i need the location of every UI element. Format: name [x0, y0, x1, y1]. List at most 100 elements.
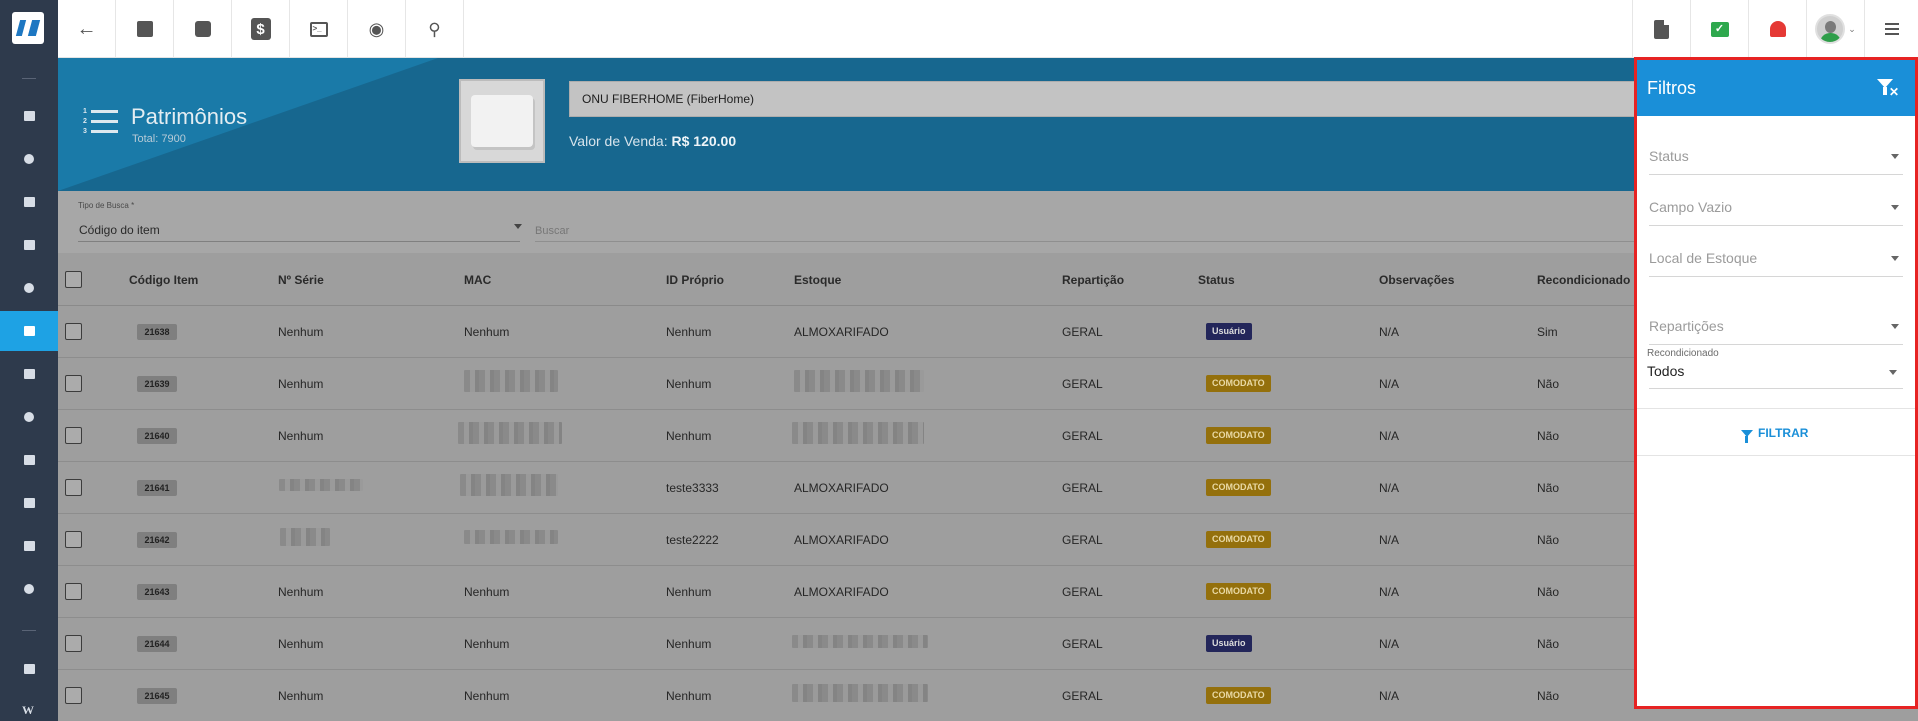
sidebar-item-reports[interactable] — [0, 139, 58, 179]
mac-cell: Nenhum — [464, 585, 510, 599]
row-checkbox[interactable] — [65, 635, 82, 652]
sidebar-item-settings[interactable] — [0, 569, 58, 609]
sidebar-item-servers[interactable] — [0, 483, 58, 523]
column-header[interactable]: Status — [1198, 273, 1235, 287]
sidebar-item-documents[interactable] — [0, 526, 58, 566]
pdf-button[interactable] — [1632, 0, 1690, 58]
item-code: 21645 — [137, 688, 177, 704]
apply-filter-button[interactable]: FILTRAR — [1741, 426, 1808, 443]
notes-cell: N/A — [1379, 585, 1400, 599]
notifications-button[interactable] — [1748, 0, 1806, 58]
own-id-cell: Nenhum — [666, 429, 712, 443]
top-toolbar: ← $ >_ ◉ ⚲ ✓ ⌄ — [58, 0, 1918, 58]
column-header[interactable]: Estoque — [794, 273, 841, 287]
terminal-button[interactable]: >_ — [290, 0, 348, 58]
column-header[interactable]: Recondicionado — [1537, 273, 1630, 287]
clear-filter-icon[interactable]: ✕ — [1877, 77, 1899, 99]
chevron-down-icon — [1891, 205, 1899, 210]
chevron-down-icon[interactable] — [514, 224, 522, 229]
contacts-button[interactable] — [116, 0, 174, 58]
sidebar-item-dashboard[interactable] — [0, 96, 58, 136]
row-checkbox[interactable] — [65, 687, 82, 704]
item-code: 21640 — [137, 428, 177, 444]
recondicionado-label: Recondicionado — [1647, 348, 1719, 359]
recondicionado-select[interactable]: Recondicionado Todos — [1647, 348, 1903, 392]
reconditioned-cell: Não — [1537, 377, 1560, 391]
sidebar-item-lists[interactable] — [0, 440, 58, 480]
notes-cell: N/A — [1379, 429, 1400, 443]
sale-price: Valor de Venda: R$ 120.00 — [569, 133, 736, 149]
search-input[interactable]: Buscar — [535, 225, 569, 237]
sidebar-item-kanban[interactable] — [0, 225, 58, 265]
own-id-cell: teste3333 — [666, 481, 719, 495]
status-badge: COMODATO — [1206, 375, 1271, 392]
notes-cell: N/A — [1379, 481, 1400, 495]
row-checkbox[interactable] — [65, 375, 82, 392]
select-all-checkbox[interactable] — [65, 271, 82, 288]
wiki-icon[interactable]: W — [22, 703, 34, 718]
column-header[interactable]: Código Item — [129, 273, 198, 287]
app-logo[interactable] — [12, 12, 44, 44]
schedule-button[interactable] — [174, 0, 232, 58]
menu-button[interactable] — [1864, 0, 1918, 58]
calendar-clock-icon — [194, 21, 211, 37]
item-code: 21638 — [137, 324, 177, 340]
sidebar-item-finance[interactable] — [0, 354, 58, 394]
row-checkbox[interactable] — [65, 583, 82, 600]
dollar-icon: $ — [250, 18, 271, 40]
status-placeholder: Status — [1649, 148, 1689, 164]
campo-vazio-select[interactable]: Campo Vazio — [1649, 199, 1903, 235]
filter-panel-title: Filtros — [1647, 78, 1696, 98]
box-icon — [23, 326, 35, 336]
row-checkbox[interactable] — [65, 427, 82, 444]
status-badge: Usuário — [1206, 635, 1252, 652]
redacted-stock — [792, 422, 924, 444]
search-type-select[interactable]: Código do item — [79, 223, 160, 237]
notes-cell: N/A — [1379, 689, 1400, 703]
chevron-down-icon: ⌄ — [1848, 23, 1856, 34]
contact-card-icon — [136, 21, 153, 37]
row-checkbox[interactable] — [65, 531, 82, 548]
item-code: 21643 — [137, 584, 177, 600]
search-icon: ⚲ — [428, 19, 441, 39]
row-checkbox[interactable] — [65, 323, 82, 340]
finance-button[interactable]: $ — [232, 0, 290, 58]
sidebar-item-map[interactable] — [0, 397, 58, 437]
sidebar-item-inventory[interactable] — [0, 311, 58, 351]
redacted-serial — [280, 528, 330, 546]
kanban-icon — [23, 240, 35, 250]
mac-cell: Nenhum — [464, 637, 510, 651]
menu-list-icon — [1884, 23, 1899, 35]
status-select[interactable]: Status — [1649, 148, 1903, 184]
column-header[interactable]: Repartição — [1062, 273, 1124, 287]
column-header[interactable]: MAC — [464, 273, 491, 287]
sidebar-item-schedule[interactable] — [0, 268, 58, 308]
department-cell: GERAL — [1062, 325, 1103, 339]
back-button[interactable]: ← — [58, 0, 116, 58]
status-badge: COMODATO — [1206, 583, 1271, 600]
terminal-icon: >_ — [309, 21, 328, 37]
search-button[interactable]: ⚲ — [406, 0, 464, 58]
column-header[interactable]: Observações — [1379, 273, 1454, 287]
numbered-list-icon: 1 2 3 — [83, 108, 119, 138]
reconditioned-cell: Sim — [1537, 325, 1558, 339]
row-checkbox[interactable] — [65, 479, 82, 496]
column-header[interactable]: ID Próprio — [666, 273, 724, 287]
view-button[interactable]: ◉ — [348, 0, 406, 58]
status-badge: COMODATO — [1206, 687, 1271, 704]
pdf-icon — [1654, 19, 1669, 39]
sidebar-divider — [22, 630, 36, 631]
reparticoes-placeholder: Repartições — [1649, 318, 1724, 334]
sidebar-item-contacts[interactable] — [0, 182, 58, 222]
eye-icon: ◉ — [368, 19, 385, 39]
user-menu-button[interactable]: ⌄ — [1806, 0, 1864, 58]
own-id-cell: Nenhum — [666, 377, 712, 391]
mac-cell: Nenhum — [464, 325, 510, 339]
local-estoque-select[interactable]: Local de Estoque — [1649, 250, 1903, 286]
reconditioned-cell: Não — [1537, 689, 1560, 703]
column-header[interactable]: Nº Série — [278, 273, 324, 287]
left-sidebar: W — [0, 0, 58, 721]
chat-button[interactable]: ✓ — [1690, 0, 1748, 58]
page-title: Patrimônios — [131, 104, 248, 129]
sidebar-item-videos[interactable] — [0, 649, 58, 689]
